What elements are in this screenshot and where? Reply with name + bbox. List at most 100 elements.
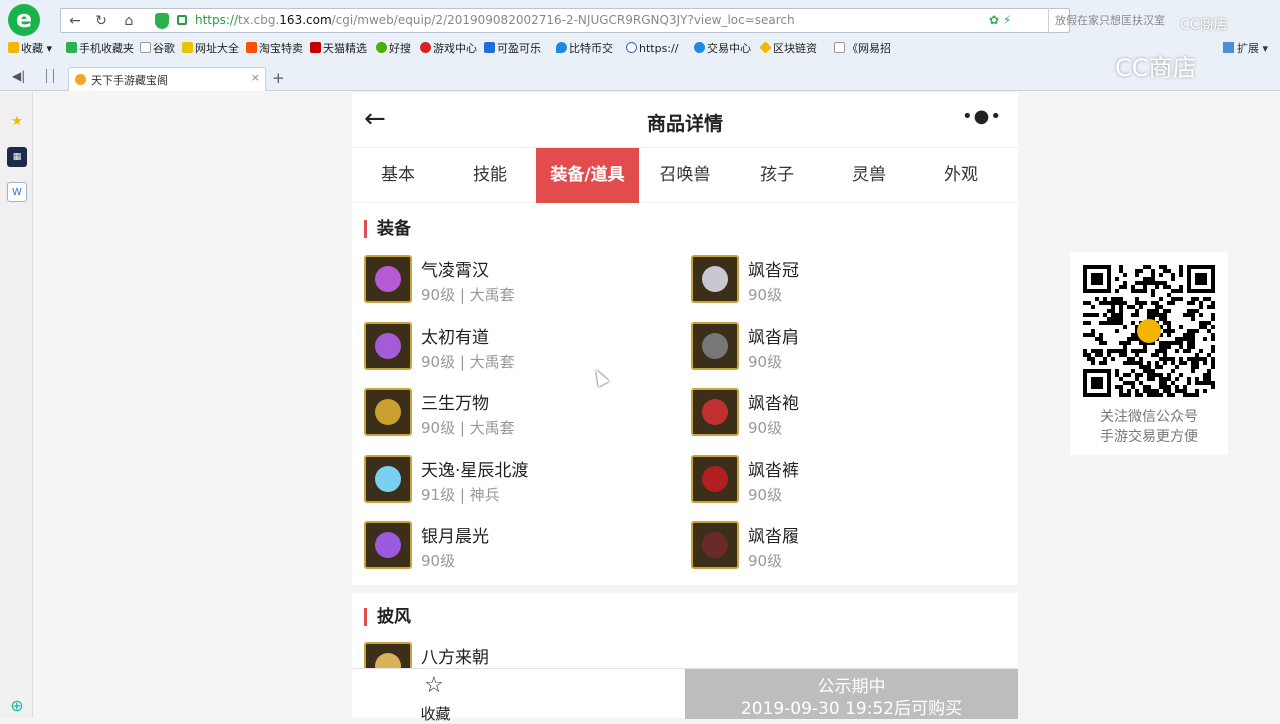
product-detail-page: ← 商品详情 •●• 基本 技能 装备/道具 召唤兽 孩子 灵兽 外观 装备 气… [352,92,1018,718]
globe-icon [182,42,193,53]
url-host: 163.com [279,13,332,27]
tab-children[interactable]: 孩子 [731,148,823,203]
star-icon [8,42,19,53]
equipment-item[interactable]: 飒沓袍 90级 [691,388,991,438]
refresh-icon[interactable]: ↻ [91,11,111,31]
watermark-small: CC商店 [1180,17,1228,33]
browser-chrome: e ← ↻ ⌂ https://tx.cbg.163.com/cgi/mweb/… [0,0,1280,91]
tab-summon[interactable]: 召唤兽 [639,148,731,203]
equipment-item[interactable]: 飒沓履 90级 [691,521,991,571]
star-outline-icon: ☆ [424,673,444,698]
more-options-icon[interactable]: •●• [962,106,1002,127]
bookmark-item[interactable]: 天猫精选 [310,41,367,57]
gold-ring-icon [364,321,412,370]
bookmark-label: 交易中心 [707,42,751,55]
home-icon[interactable]: ⌂ [119,11,139,31]
browser-tab-active[interactable]: 天下手游藏宝阁 × [68,67,266,91]
tab-skills[interactable]: 技能 [444,148,536,203]
equipment-item[interactable]: 飒沓裤 90级 [691,454,991,505]
page-icon [834,42,845,53]
bookmark-item[interactable]: 游戏中心 [420,41,477,57]
page-tools-icon[interactable]: ✿ ⚡ [989,13,1011,27]
purple-blade-icon [364,521,412,569]
bookmark-item[interactable]: 谷歌 [140,41,175,57]
equipment-item[interactable]: 银月晨光 90级 [364,521,664,571]
keying-icon [484,42,495,53]
boots-icon [691,521,739,569]
search-text: 放假在家只想匡扶汉室 [1055,14,1165,27]
bookmark-item[interactable]: 《网易招 [834,41,891,57]
item-name: 三生万物 [421,394,489,414]
bookmark-label: 好搜 [389,42,411,55]
qr-caption: 关注微信公众号 手游交易更方便 [1070,407,1228,447]
bookmark-item[interactable]: 收藏 ▾ [8,41,52,57]
tab-appearance[interactable]: 外观 [915,148,1007,203]
page-header: ← 商品详情 •●• [352,92,1018,148]
grid-icon [1222,42,1234,53]
bookmark-item[interactable]: https:// [626,41,678,57]
equipment-item[interactable]: 三生万物 90级 | 大禹套 [364,388,664,438]
close-icon[interactable]: × [251,71,260,84]
favicon-icon [75,74,86,85]
equipment-item[interactable]: 太初有道 90级 | 大禹套 [364,321,664,372]
phone-icon [66,42,77,53]
bookmark-label: 可盈可乐 [497,42,541,55]
item-detail: 90级 [748,485,783,504]
bookmark-item[interactable]: 淘宝特卖 [246,41,303,57]
equipment-item[interactable]: 天逸·星辰北渡 91级 | 神兵 [364,454,664,505]
qr-caption-line1: 关注微信公众号 [1100,409,1198,425]
buy-time: 2019-09-30 19:52后可购买 [740,699,963,719]
item-name: 银月晨光 [421,527,489,547]
tab-strip: ◀| 天下手游藏宝阁 × + [0,64,1280,91]
tab-basic[interactable]: 基本 [352,148,444,203]
bookmark-item[interactable]: 比特币交 [556,41,613,57]
bookmark-item[interactable]: 交易中心 [694,41,751,57]
add-circle-icon[interactable]: ⊕ [7,696,27,716]
url-host-prefix: tx.cbg. [238,13,280,27]
tab-equipment[interactable]: 装备/道具 [536,148,639,203]
extensions-button[interactable]: 扩展 ▾ [1222,40,1268,56]
item-detail: 90级 [421,552,456,570]
bookmark-item[interactable]: 网址大全 [182,41,239,57]
address-bar[interactable]: ← ↻ ⌂ https://tx.cbg.163.com/cgi/mweb/eq… [60,8,1165,33]
tab-spirit-beast[interactable]: 灵兽 [823,148,915,203]
gold-pendant-icon [364,388,412,436]
app-icon[interactable]: ▦ [7,147,27,167]
bookmark-label: 淘宝特卖 [259,42,303,55]
tab-title: 天下手游藏宝阁 [91,74,168,87]
bookmark-item[interactable]: 区块链资 [759,41,817,57]
item-name: 天逸·星辰北渡 [421,460,529,481]
favorite-button[interactable]: ☆ 收藏 [352,669,519,724]
bitcoin-icon [626,42,637,53]
item-detail: 90级 [748,352,783,371]
document-icon[interactable]: W [7,182,27,202]
equipment-item[interactable]: 飒沓肩 90级 [691,321,991,372]
item-name: 飒沓冠 [748,261,799,281]
browser-logo-icon[interactable]: e [8,4,40,36]
collapse-icon[interactable]: ◀| [12,69,25,83]
bookmark-label: 手机收藏夹 [79,42,134,55]
item-name: 飒沓履 [748,527,799,547]
page-icon [140,42,151,53]
bottom-action-bar: ☆ 收藏 公示期中 2019-09-30 19:52后可购买 [352,668,1018,724]
item-name: 飒沓肩 [748,327,799,348]
bookmark-item[interactable]: 好搜 [376,41,411,57]
category-tabs: 基本 技能 装备/道具 召唤兽 孩子 灵兽 外观 [352,148,1018,203]
page-title: 商品详情 [646,113,723,135]
item-detail: 90级 [748,286,783,304]
bookmark-label: 区块链资 [773,42,817,55]
buy-button-disabled[interactable]: 公示期中 2019-09-30 19:52后可购买 [685,669,1018,719]
url-text[interactable]: https://tx.cbg.163.com/cgi/mweb/equip/2/… [195,12,795,29]
qr-code-image[interactable] [1083,265,1215,397]
new-tab-icon[interactable]: + [272,69,285,87]
bookmark-item[interactable]: 手机收藏夹 [66,41,134,57]
equipment-item[interactable]: 气凌霄汉 90级 | 大禹套 [364,255,664,305]
bookmark-label: 网址大全 [195,42,239,55]
bookmark-item[interactable]: 可盈可乐 [484,41,541,57]
silver-helmet-icon [691,255,739,303]
gold-amulet-icon [364,255,412,303]
back-arrow-icon[interactable]: ← [65,11,85,31]
favorites-star-icon[interactable]: ★ [7,112,27,132]
equipment-item[interactable]: 飒沓冠 90级 [691,255,991,305]
red-pants-icon [691,454,739,503]
